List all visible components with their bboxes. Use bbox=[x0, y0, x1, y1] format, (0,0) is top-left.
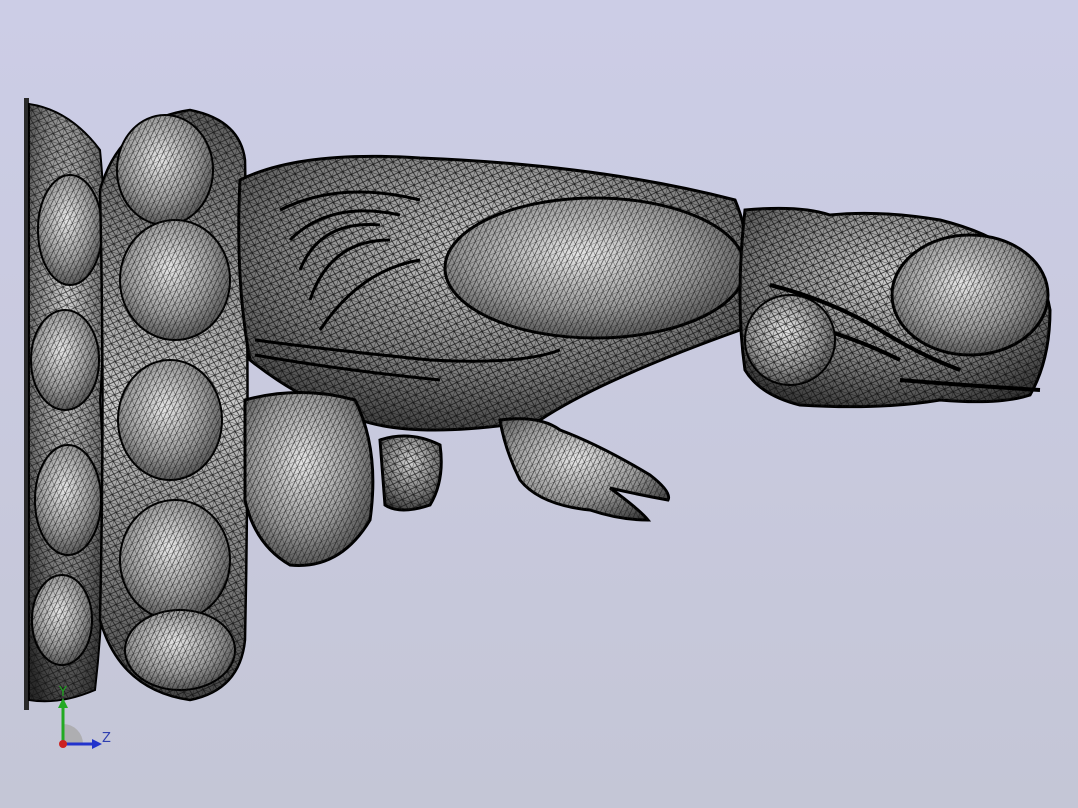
graphics-viewport[interactable]: Y Z bbox=[0, 0, 1078, 808]
lotus-pedestal bbox=[98, 108, 249, 702]
robed-body bbox=[237, 154, 751, 567]
head bbox=[738, 206, 1052, 409]
base-plate bbox=[24, 98, 106, 710]
coordinate-triad[interactable]: Y Z bbox=[48, 684, 128, 754]
y-axis-label: Y bbox=[59, 685, 67, 700]
z-axis-label: Z bbox=[102, 731, 111, 746]
extended-hand bbox=[498, 417, 671, 522]
meshed-statue-model-icon[interactable] bbox=[0, 0, 1078, 808]
